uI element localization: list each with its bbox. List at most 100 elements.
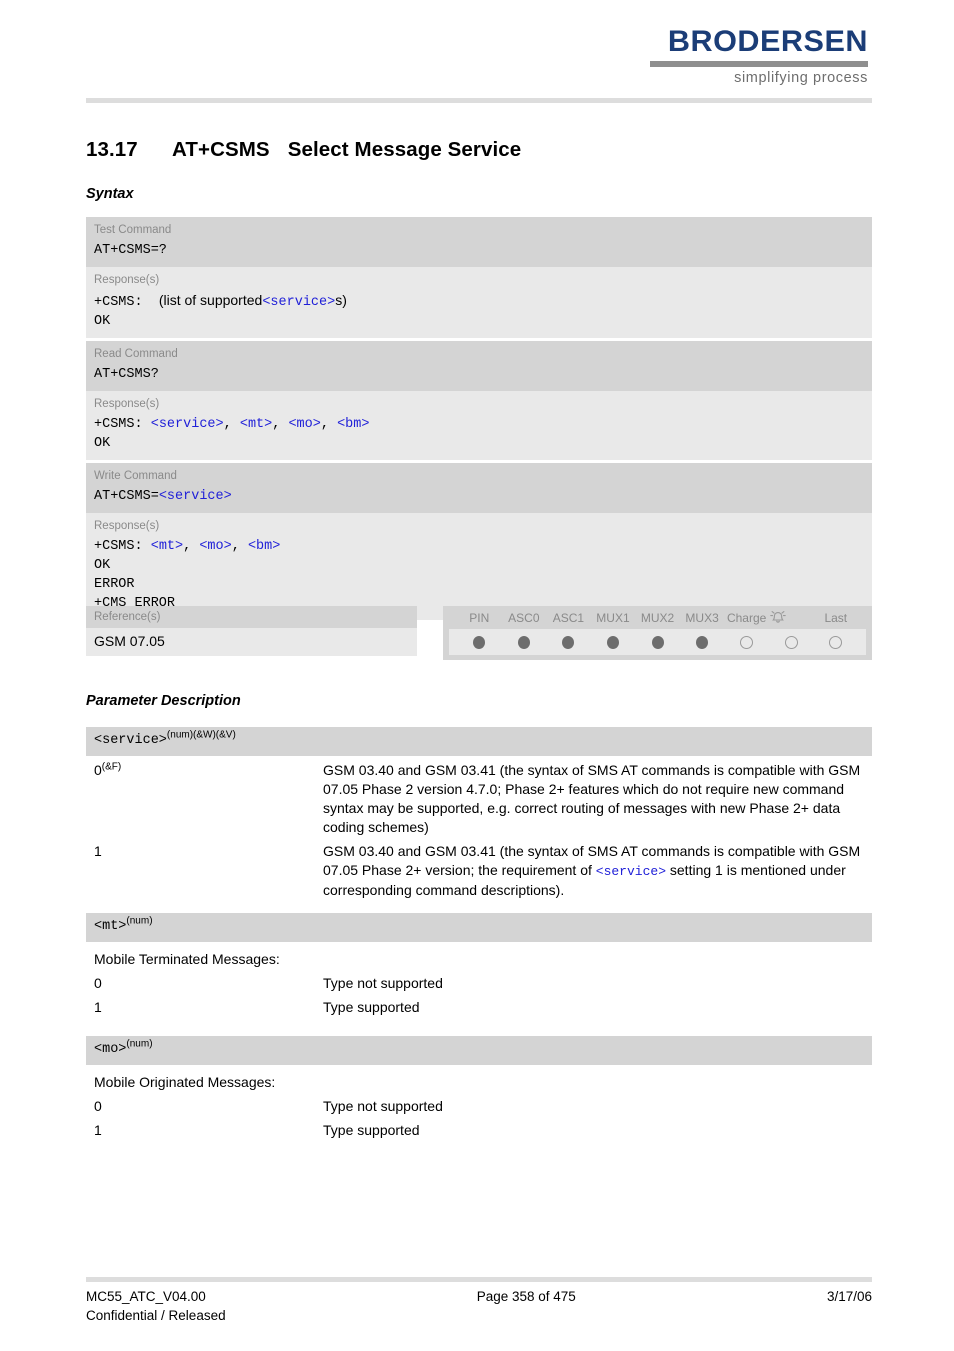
reference-box: Reference(s) GSM 07.05 bbox=[86, 606, 417, 656]
key-text: 0 bbox=[94, 762, 102, 778]
alarm-icon bbox=[769, 610, 814, 626]
attribute-cell-asc0 bbox=[502, 633, 547, 651]
param-link-mo[interactable]: <mo> bbox=[199, 539, 231, 554]
parameter-value-key: 1 bbox=[94, 842, 323, 861]
reference-label: Reference(s) bbox=[86, 606, 417, 628]
attribute-cell-alarm bbox=[769, 633, 814, 651]
attribute-header-row: PIN ASC0 ASC1 MUX1 MUX2 MUX3 Charge Last bbox=[443, 610, 872, 626]
resp-suffix: s) bbox=[335, 292, 347, 308]
attribute-cell-charge bbox=[724, 633, 769, 651]
parameter-value-description: Type supported bbox=[323, 1122, 420, 1138]
test-command-label: Test Command bbox=[94, 224, 172, 236]
status-dot-open bbox=[784, 635, 798, 649]
attribute-value-row bbox=[449, 629, 866, 655]
status-dot-filled bbox=[473, 635, 486, 649]
status-dot-filled bbox=[562, 635, 575, 649]
parameter-name-service: <service>(num)(&W)(&V) bbox=[86, 727, 872, 756]
sep: , bbox=[231, 539, 248, 554]
resp-prefix: +CSMS: bbox=[94, 295, 159, 310]
footer-page-number: Page 358 of 475 bbox=[476, 1289, 576, 1304]
syntax-block-read: Read Command AT+CSMS? Response(s) +CSMS:… bbox=[86, 341, 872, 460]
table-row: 1 Type supported bbox=[86, 993, 872, 1017]
parameter-value-key: 0 bbox=[94, 975, 102, 991]
attribute-header-mux3: MUX3 bbox=[685, 611, 719, 625]
attribute-header-asc1: ASC1 bbox=[552, 611, 585, 625]
resp-prefix: +CSMS: bbox=[94, 417, 151, 432]
test-response-section: Response(s) +CSMS: (list of supported<se… bbox=[86, 267, 872, 338]
table-row: 1 Type supported bbox=[86, 1116, 872, 1140]
parameter-name-mt: <mt>(num) bbox=[86, 913, 872, 942]
syntax-block-write: Write Command AT+CSMS=<service> Response… bbox=[86, 463, 872, 620]
attribute-header-last: Last bbox=[824, 611, 848, 625]
param-link-mo[interactable]: <mo> bbox=[288, 417, 320, 432]
table-row: 0(&F) GSM 03.40 and GSM 03.41 (the synta… bbox=[86, 756, 872, 837]
parameter-value-description: Type supported bbox=[323, 999, 420, 1015]
param-link-bm[interactable]: <bm> bbox=[248, 539, 280, 554]
table-row: 1 GSM 03.40 and GSM 03.41 (the syntax of… bbox=[86, 837, 872, 900]
sep: , bbox=[272, 417, 289, 432]
attribute-cell-asc1 bbox=[546, 633, 591, 651]
test-response-line-2: OK bbox=[94, 314, 111, 329]
footer-classification: Confidential / Released bbox=[86, 1308, 226, 1323]
parameter-name-text: <mo> bbox=[94, 1042, 127, 1057]
cmd-prefix: AT+CSMS= bbox=[94, 489, 159, 504]
test-response-line-1: +CSMS: (list of supported<service>s) bbox=[94, 291, 864, 312]
parameter-name-text: <service> bbox=[94, 733, 167, 748]
param-link-bm[interactable]: <bm> bbox=[337, 417, 369, 432]
header-rule bbox=[86, 98, 872, 103]
chapter-command: AT+CSMS bbox=[172, 138, 270, 161]
write-command-label: Write Command bbox=[94, 470, 177, 482]
desc-text: GSM 03.40 and GSM 03.41 (the syntax of S… bbox=[323, 762, 861, 835]
sep: , bbox=[183, 539, 200, 554]
parameter-table-mt: <mt>(num) Mobile Terminated Messages: 0 … bbox=[86, 913, 872, 1017]
attribute-cell-mux3 bbox=[680, 633, 725, 651]
attribute-header-mux1: MUX1 bbox=[596, 611, 630, 625]
table-row: 0 Type not supported bbox=[86, 969, 872, 993]
status-dot-filled bbox=[517, 635, 530, 649]
parameter-name-superscript: (num)(&W)(&V) bbox=[166, 729, 236, 741]
parameter-value-key: 0(&F) bbox=[94, 761, 323, 780]
attribute-cell-mux2 bbox=[635, 633, 680, 651]
param-link-service[interactable]: <service> bbox=[159, 489, 232, 504]
param-link-service[interactable]: <service> bbox=[262, 295, 335, 310]
param-link-service[interactable]: <service> bbox=[596, 864, 666, 879]
read-response-line-1: +CSMS: <service>, <mt>, <mo>, <bm> bbox=[94, 415, 864, 434]
parameter-value-key: 1 bbox=[94, 1122, 102, 1138]
parameter-table-mo: <mo>(num) Mobile Originated Messages: 0 … bbox=[86, 1036, 872, 1140]
attribute-cell-pin bbox=[457, 633, 502, 651]
table-row: 0 Type not supported bbox=[86, 1092, 872, 1116]
syntax-section-heading: Syntax bbox=[86, 186, 134, 202]
footer-left: MC55_ATC_V04.00 Confidential / Released bbox=[86, 1287, 226, 1325]
write-response-line-2: OK bbox=[94, 558, 111, 573]
brodersen-logo: BRODERSEN simplifying process bbox=[650, 26, 868, 87]
param-link-mt[interactable]: <mt> bbox=[151, 539, 183, 554]
param-link-service[interactable]: <service> bbox=[151, 417, 224, 432]
footer-rule bbox=[86, 1277, 872, 1282]
page-footer: MC55_ATC_V04.00 Confidential / Released … bbox=[86, 1277, 872, 1325]
status-dot-filled bbox=[696, 635, 709, 649]
attribute-header-pin: PIN bbox=[469, 611, 490, 625]
read-response-line-2: OK bbox=[94, 436, 111, 451]
parameter-description-heading: Parameter Description bbox=[86, 693, 241, 709]
param-link-mt[interactable]: <mt> bbox=[240, 417, 272, 432]
sep: , bbox=[320, 417, 338, 432]
attribute-cell-last bbox=[814, 633, 859, 651]
status-dot-filled bbox=[606, 635, 619, 649]
write-command-section: Write Command AT+CSMS=<service> bbox=[86, 463, 872, 513]
status-dot-open bbox=[829, 635, 843, 649]
parameter-value-description: Type not supported bbox=[323, 975, 443, 991]
attribute-table: PIN ASC0 ASC1 MUX1 MUX2 MUX3 Charge Last bbox=[443, 606, 872, 660]
write-response-line-3: ERROR bbox=[94, 577, 135, 592]
parameter-intro-mt: Mobile Terminated Messages: bbox=[94, 951, 280, 967]
write-response-label: Response(s) bbox=[94, 520, 160, 532]
attribute-header-mux2: MUX2 bbox=[640, 611, 675, 625]
logo-wordmark: BRODERSEN bbox=[667, 25, 868, 58]
parameter-value-description: GSM 03.40 and GSM 03.41 (the syntax of S… bbox=[323, 761, 864, 837]
status-dot-filled bbox=[651, 635, 664, 649]
reference-value: GSM 07.05 bbox=[86, 628, 417, 656]
attribute-header-asc0: ASC0 bbox=[508, 611, 540, 625]
parameter-name-text: <mt> bbox=[94, 919, 127, 934]
resp-text: (list of supported bbox=[158, 292, 263, 308]
page-title: 13.17 AT+CSMS Select Message Service bbox=[86, 138, 521, 162]
read-command-label: Read Command bbox=[94, 348, 178, 360]
